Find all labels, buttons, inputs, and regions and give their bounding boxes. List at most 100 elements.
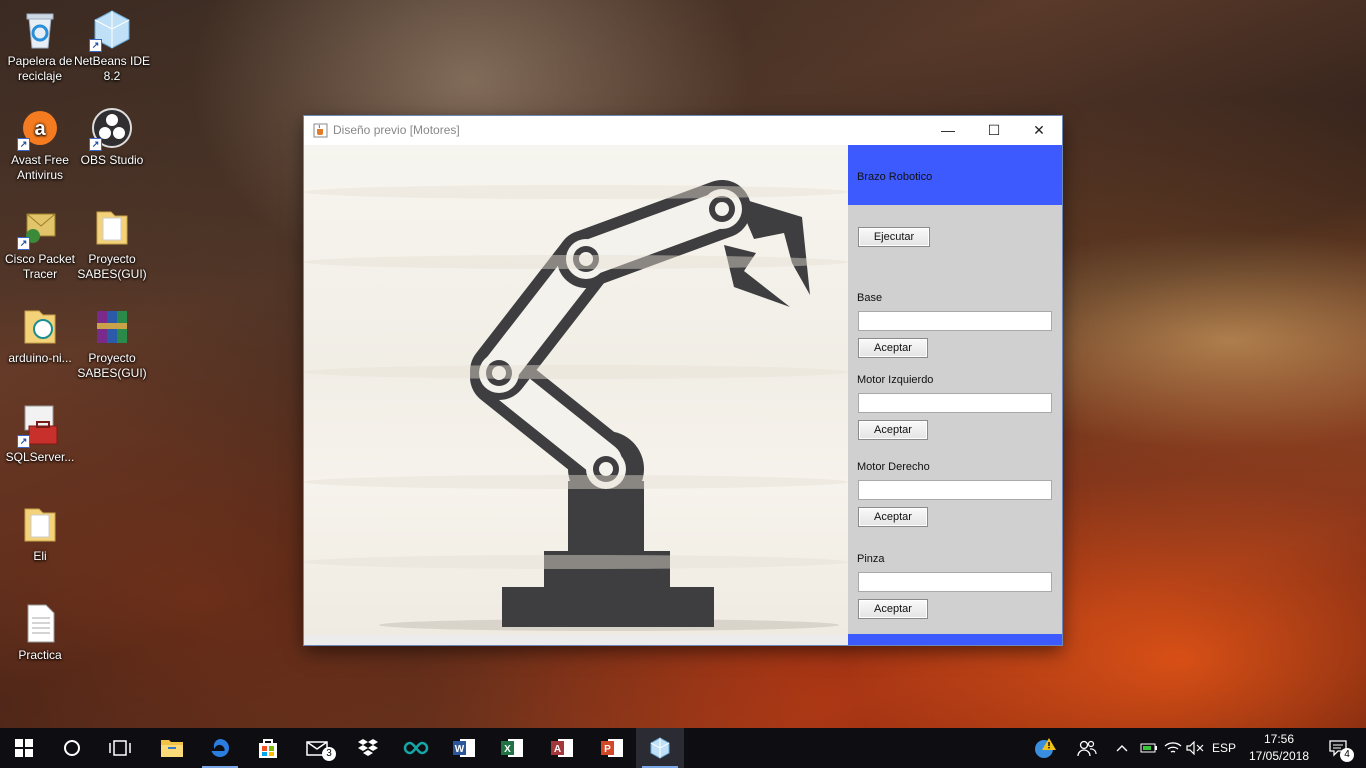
taskbar-java-app[interactable] bbox=[636, 728, 684, 768]
desktop-icon-packet-tracer[interactable]: ↗ Cisco Packet Tracer bbox=[0, 206, 80, 282]
taskbar-access[interactable]: A bbox=[538, 728, 586, 768]
desktop-icon-label: Proyecto SABES(GUI) bbox=[77, 351, 147, 380]
battery-icon bbox=[1140, 743, 1157, 753]
desktop-icon-netbeans[interactable]: ↗ NetBeans IDE 8.2 bbox=[72, 8, 152, 84]
taskbar-dropbox[interactable] bbox=[344, 728, 392, 768]
desktop-icon-sqlserver[interactable]: ↗ SQLServer... bbox=[0, 404, 80, 465]
tray-battery[interactable] bbox=[1138, 728, 1160, 768]
panel-header: Brazo Robotico bbox=[848, 145, 1062, 205]
clock-time: 17:56 bbox=[1263, 732, 1295, 746]
taskbar-store[interactable] bbox=[244, 728, 292, 768]
motor-derecho-accept-button[interactable]: Aceptar bbox=[858, 507, 928, 527]
java-window-icon bbox=[650, 737, 670, 759]
desktop-icon-label: Cisco Packet Tracer bbox=[4, 252, 76, 281]
panel-heading: Brazo Robotico bbox=[857, 171, 933, 183]
taskbar-arduino[interactable] bbox=[392, 728, 440, 768]
maximize-button[interactable]: ☐ bbox=[971, 116, 1017, 145]
title-bar[interactable]: Diseño previo [Motores] — ☐ ✕ bbox=[304, 116, 1062, 145]
panel-footer bbox=[848, 634, 1062, 645]
desktop-icon-label: SQLServer... bbox=[5, 450, 75, 464]
start-button[interactable] bbox=[0, 728, 48, 768]
taskbar-word[interactable]: W bbox=[440, 728, 488, 768]
pinza-input[interactable] bbox=[858, 572, 1052, 592]
desktop-icon-recycle-bin[interactable]: Papelera de reciclaje bbox=[0, 8, 80, 84]
task-view-button[interactable] bbox=[96, 728, 144, 768]
desktop-icon-label: OBS Studio bbox=[80, 153, 144, 167]
cortana-button[interactable] bbox=[48, 728, 96, 768]
text-file-icon bbox=[19, 602, 61, 644]
tray-show-hidden[interactable] bbox=[1112, 728, 1132, 768]
task-view-icon bbox=[109, 740, 131, 756]
motor-derecho-input[interactable] bbox=[858, 480, 1052, 500]
arduino-icon bbox=[403, 741, 429, 755]
taskbar-file-explorer[interactable] bbox=[148, 728, 196, 768]
desktop-icon-obs[interactable]: ↗ OBS Studio bbox=[72, 107, 152, 168]
taskbar: 3 W X A P ESP 17:56 17/05/2018 4 bbox=[0, 728, 1366, 768]
wifi-icon bbox=[1164, 742, 1182, 753]
desktop-icon-label: Papelera de reciclaje bbox=[7, 54, 73, 83]
clock-date: 17/05/2018 bbox=[1248, 749, 1310, 763]
mail-badge: 3 bbox=[322, 747, 336, 761]
motor-derecho-label: Motor Derecho bbox=[857, 461, 930, 473]
circle-icon bbox=[64, 740, 80, 756]
minimize-button[interactable]: — bbox=[925, 116, 971, 145]
tray-clock[interactable]: 17:56 17/05/2018 bbox=[1244, 731, 1314, 765]
pinza-label: Pinza bbox=[857, 553, 885, 565]
ejecutar-button[interactable]: Ejecutar bbox=[858, 227, 930, 247]
store-icon bbox=[259, 739, 277, 758]
desktop-icon-proyecto-folder[interactable]: Proyecto SABES(GUI) bbox=[72, 206, 152, 282]
app-window: Diseño previo [Motores] — ☐ ✕ Brazo Robo… bbox=[304, 116, 1062, 645]
rar-archive-icon bbox=[91, 305, 133, 347]
desktop-icon-arduino-folder[interactable]: arduino-ni... bbox=[0, 305, 80, 366]
tray-language[interactable]: ESP bbox=[1208, 728, 1240, 768]
windows-update-warning-icon bbox=[1035, 738, 1056, 758]
image-bottom-strip bbox=[304, 635, 848, 645]
desktop-icon-practica[interactable]: Practica bbox=[0, 602, 80, 663]
folder-icon bbox=[19, 503, 61, 545]
close-button[interactable]: ✕ bbox=[1016, 116, 1062, 145]
motor-izquierdo-input[interactable] bbox=[858, 393, 1052, 413]
svg-text:a: a bbox=[34, 118, 46, 140]
edge-icon bbox=[211, 739, 229, 757]
desktop-icon-label: Proyecto SABES(GUI) bbox=[77, 252, 147, 281]
volume-muted-icon bbox=[1186, 741, 1204, 755]
base-input[interactable] bbox=[858, 311, 1052, 331]
recycle-bin-icon bbox=[19, 8, 61, 50]
tray-notification-warning[interactable] bbox=[1030, 728, 1060, 768]
tray-people[interactable] bbox=[1072, 728, 1102, 768]
obs-icon: ↗ bbox=[89, 107, 133, 151]
excel-icon: X bbox=[501, 739, 523, 757]
base-label: Base bbox=[857, 292, 883, 304]
desktop-icon-avast[interactable]: a ↗ Avast Free Antivirus bbox=[0, 107, 80, 183]
taskbar-mail[interactable]: 3 bbox=[294, 728, 342, 768]
desktop-icon-proyecto-rar[interactable]: Proyecto SABES(GUI) bbox=[72, 305, 152, 381]
netbeans-icon: ↗ bbox=[89, 8, 133, 52]
powerpoint-icon: P bbox=[601, 739, 623, 757]
window-title: Diseño previo [Motores] bbox=[333, 123, 460, 137]
access-icon: A bbox=[551, 739, 573, 757]
svg-text:W: W bbox=[455, 744, 465, 755]
dropbox-icon bbox=[358, 739, 378, 756]
taskbar-powerpoint[interactable]: P bbox=[588, 728, 636, 768]
java-cup-icon bbox=[313, 123, 328, 138]
tray-action-center[interactable]: 4 bbox=[1318, 728, 1358, 768]
robot-arm-image bbox=[304, 145, 848, 635]
motor-izquierdo-accept-button[interactable]: Aceptar bbox=[858, 420, 928, 440]
word-icon: W bbox=[453, 739, 475, 757]
taskbar-edge[interactable] bbox=[196, 728, 244, 768]
svg-text:A: A bbox=[554, 744, 561, 755]
svg-text:P: P bbox=[604, 744, 611, 755]
desktop-icon-label: NetBeans IDE 8.2 bbox=[73, 54, 151, 83]
folder-icon bbox=[91, 206, 133, 248]
base-accept-button[interactable]: Aceptar bbox=[858, 338, 928, 358]
taskbar-excel[interactable]: X bbox=[488, 728, 536, 768]
chevron-up-icon bbox=[1116, 745, 1128, 752]
sql-server-icon: ↗ bbox=[17, 404, 61, 448]
tray-wifi[interactable] bbox=[1162, 728, 1184, 768]
folder-icon bbox=[161, 740, 183, 757]
pinza-accept-button[interactable]: Aceptar bbox=[858, 599, 928, 619]
desktop-icon-eli[interactable]: Eli bbox=[0, 503, 80, 564]
tray-volume[interactable] bbox=[1184, 728, 1206, 768]
avast-icon: a ↗ bbox=[17, 107, 61, 151]
people-icon bbox=[1077, 740, 1097, 757]
